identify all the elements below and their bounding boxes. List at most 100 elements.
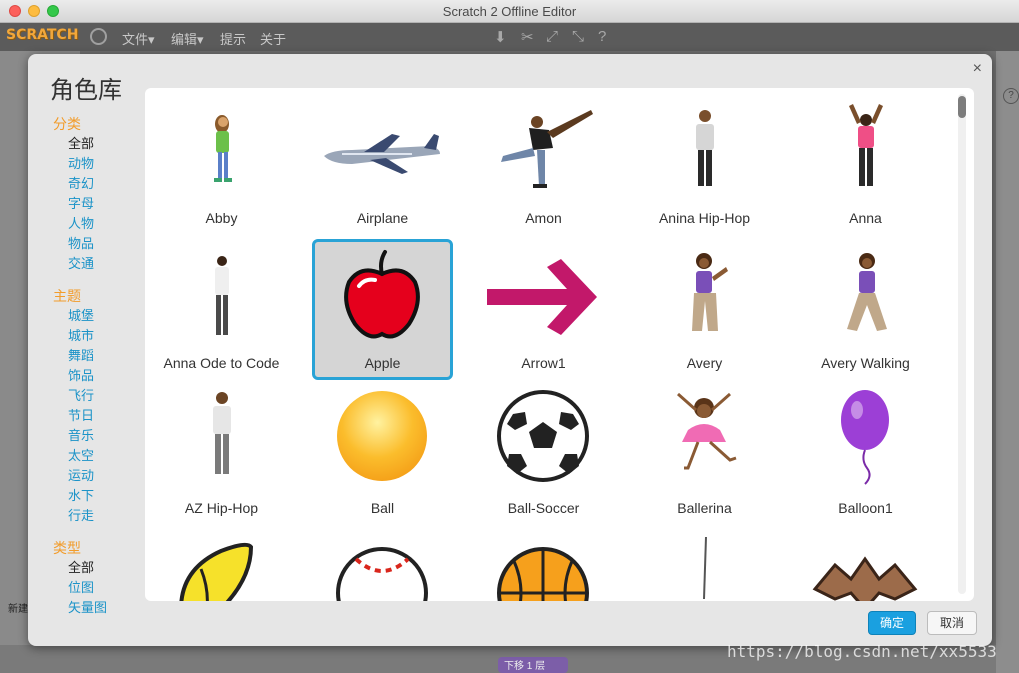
grid-scrollbar-thumb[interactable] [958, 96, 966, 118]
sprite-name: Anina Hip-Hop [658, 210, 751, 226]
theme-underwater[interactable]: 水下 [53, 486, 143, 506]
category-transportation[interactable]: 交通 [53, 254, 143, 274]
sprite-name: Apple [364, 355, 401, 371]
ok-button[interactable]: 确定 [868, 611, 916, 635]
sprite-tile-ball[interactable]: Ball [312, 384, 453, 525]
sprite-tile-ball-soccer[interactable]: Ball-Soccer [473, 384, 614, 525]
sprite-name: Balloon1 [838, 500, 893, 516]
sprite-tile-bananas[interactable] [151, 529, 292, 601]
sprite-tile-balloon1[interactable]: Balloon1 [795, 384, 936, 525]
baseball-thumbnail [336, 547, 428, 601]
theme-walking[interactable]: 行走 [53, 506, 143, 526]
menu-tips[interactable]: 提示 [220, 29, 246, 48]
avery-walking-thumbnail [847, 253, 887, 331]
type-vector[interactable]: 矢量图 [53, 598, 143, 618]
sprite-library-dialog: 角色库 × 分类 全部 动物 奇幻 字母 人物 物品 交通 主题 城堡 城市 舞… [28, 54, 992, 646]
apple-thumbnail [344, 250, 420, 339]
menu-about[interactable]: 关于 [260, 29, 286, 48]
ballerina-thumbnail [677, 392, 737, 470]
sprite-name: Ball-Soccer [507, 500, 580, 516]
sprite-tile-ballerina[interactable]: Ballerina [634, 384, 775, 525]
category-people[interactable]: 人物 [53, 214, 143, 234]
language-globe-icon[interactable] [90, 28, 107, 45]
theme-heading: 主题 [53, 288, 81, 304]
sprite-name: Abby [205, 210, 238, 226]
grow-icon[interactable]: ⤢ [546, 28, 558, 45]
avery-thumbnail [692, 253, 728, 331]
category-letters[interactable]: 字母 [53, 194, 143, 214]
scripts-area-background [996, 51, 1019, 673]
stamp-icon[interactable]: ⬇ [494, 28, 507, 46]
bass-thumbnail [703, 536, 707, 600]
dialog-title: 角色库 [50, 77, 122, 104]
sprite-tile-avery-walking[interactable]: Avery Walking [795, 239, 936, 380]
window-title: Scratch 2 Offline Editor [442, 4, 577, 19]
bat-thumbnail [812, 556, 918, 601]
category-all[interactable]: 全部 [53, 134, 143, 154]
category-fantasy[interactable]: 奇幻 [53, 174, 143, 194]
balloon1-thumbnail [841, 390, 889, 485]
sprite-name: AZ Hip-Hop [184, 500, 259, 516]
theme-castle[interactable]: 城堡 [53, 306, 143, 326]
library-filter-sidebar: 分类 全部 动物 奇幻 字母 人物 物品 交通 主题 城堡 城市 舞蹈 饰品 飞… [53, 114, 143, 618]
dialog-close-icon[interactable]: × [973, 60, 982, 78]
shrink-icon[interactable]: ⤡ [572, 28, 584, 45]
menu-file[interactable]: 文件▾ [122, 29, 155, 48]
grid-scrollbar-track[interactable] [958, 94, 966, 594]
sprite-grid: Abby Airplane Amon Anina Hip-Hop Anna An… [145, 88, 974, 601]
bananas-thumbnail [179, 542, 254, 601]
amon-thumbnail [501, 110, 593, 188]
sprite-tile-anna[interactable]: Anna [795, 94, 936, 235]
sprite-tile-bass[interactable] [634, 529, 775, 601]
category-things[interactable]: 物品 [53, 234, 143, 254]
category-animals[interactable]: 动物 [53, 154, 143, 174]
sprite-tile-avery[interactable]: Avery [634, 239, 775, 380]
menu-bar: SCRATCH 文件▾ 编辑▾ 提示 关于 ⬇ ✂ ⤢ ⤡ ? [0, 23, 1019, 51]
sprite-name: Anna Ode to Code [163, 355, 280, 371]
type-bitmap[interactable]: 位图 [53, 578, 143, 598]
go-back-block: 下移 1 层 [498, 657, 568, 673]
theme-dress-up[interactable]: 饰品 [53, 366, 143, 386]
type-all[interactable]: 全部 [53, 558, 143, 578]
az-hip-hop-thumbnail [213, 392, 231, 474]
theme-music[interactable]: 音乐 [53, 426, 143, 446]
sprite-tile-baseball[interactable] [312, 529, 453, 601]
sprite-name: Avery Walking [821, 355, 910, 371]
airplane-thumbnail [324, 134, 440, 174]
sprite-tile-anna-ode-to-code[interactable]: Anna Ode to Code [151, 239, 292, 380]
sprite-tile-basketball[interactable] [473, 529, 614, 601]
menu-edit[interactable]: 编辑▾ [171, 29, 204, 48]
background-help-icon[interactable]: ? [1003, 88, 1019, 104]
sprite-name: Amon [525, 210, 562, 226]
sprite-tile-anina-hip-hop[interactable]: Anina Hip-Hop [634, 94, 775, 235]
category-heading: 分类 [53, 116, 81, 132]
sprite-tile-bat[interactable] [795, 529, 936, 601]
abby-thumbnail [214, 115, 232, 182]
sprite-name: Anna [849, 210, 882, 226]
anina-hip-hop-thumbnail [696, 110, 714, 186]
theme-flying[interactable]: 飞行 [53, 386, 143, 406]
basketball-thumbnail [497, 547, 589, 601]
title-bar: Scratch 2 Offline Editor [0, 0, 1019, 23]
sprite-tile-arrow1[interactable]: Arrow1 [473, 239, 614, 380]
arrow1-thumbnail [487, 259, 597, 335]
theme-space[interactable]: 太空 [53, 446, 143, 466]
help-icon[interactable]: ? [598, 28, 606, 45]
theme-city[interactable]: 城市 [53, 326, 143, 346]
sprite-tile-airplane[interactable]: Airplane [312, 94, 453, 235]
sprite-tile-az-hip-hop[interactable]: AZ Hip-Hop [151, 384, 292, 525]
anna-ode-to-code-thumbnail [215, 256, 229, 335]
cancel-button[interactable]: 取消 [927, 611, 977, 635]
sprite-name: Ball [370, 500, 395, 516]
scratch-logo[interactable]: SCRATCH [6, 27, 78, 43]
theme-holiday[interactable]: 节日 [53, 406, 143, 426]
sprite-tile-amon[interactable]: Amon [473, 94, 614, 235]
cut-icon[interactable]: ✂ [521, 28, 534, 46]
sprite-tile-abby[interactable]: Abby [151, 94, 292, 235]
type-heading: 类型 [53, 540, 81, 556]
theme-dance[interactable]: 舞蹈 [53, 346, 143, 366]
theme-sports[interactable]: 运动 [53, 466, 143, 486]
sprite-name: Airplane [356, 210, 409, 226]
sprite-tile-apple[interactable]: Apple [312, 239, 453, 380]
sprite-name: Avery [686, 355, 723, 371]
